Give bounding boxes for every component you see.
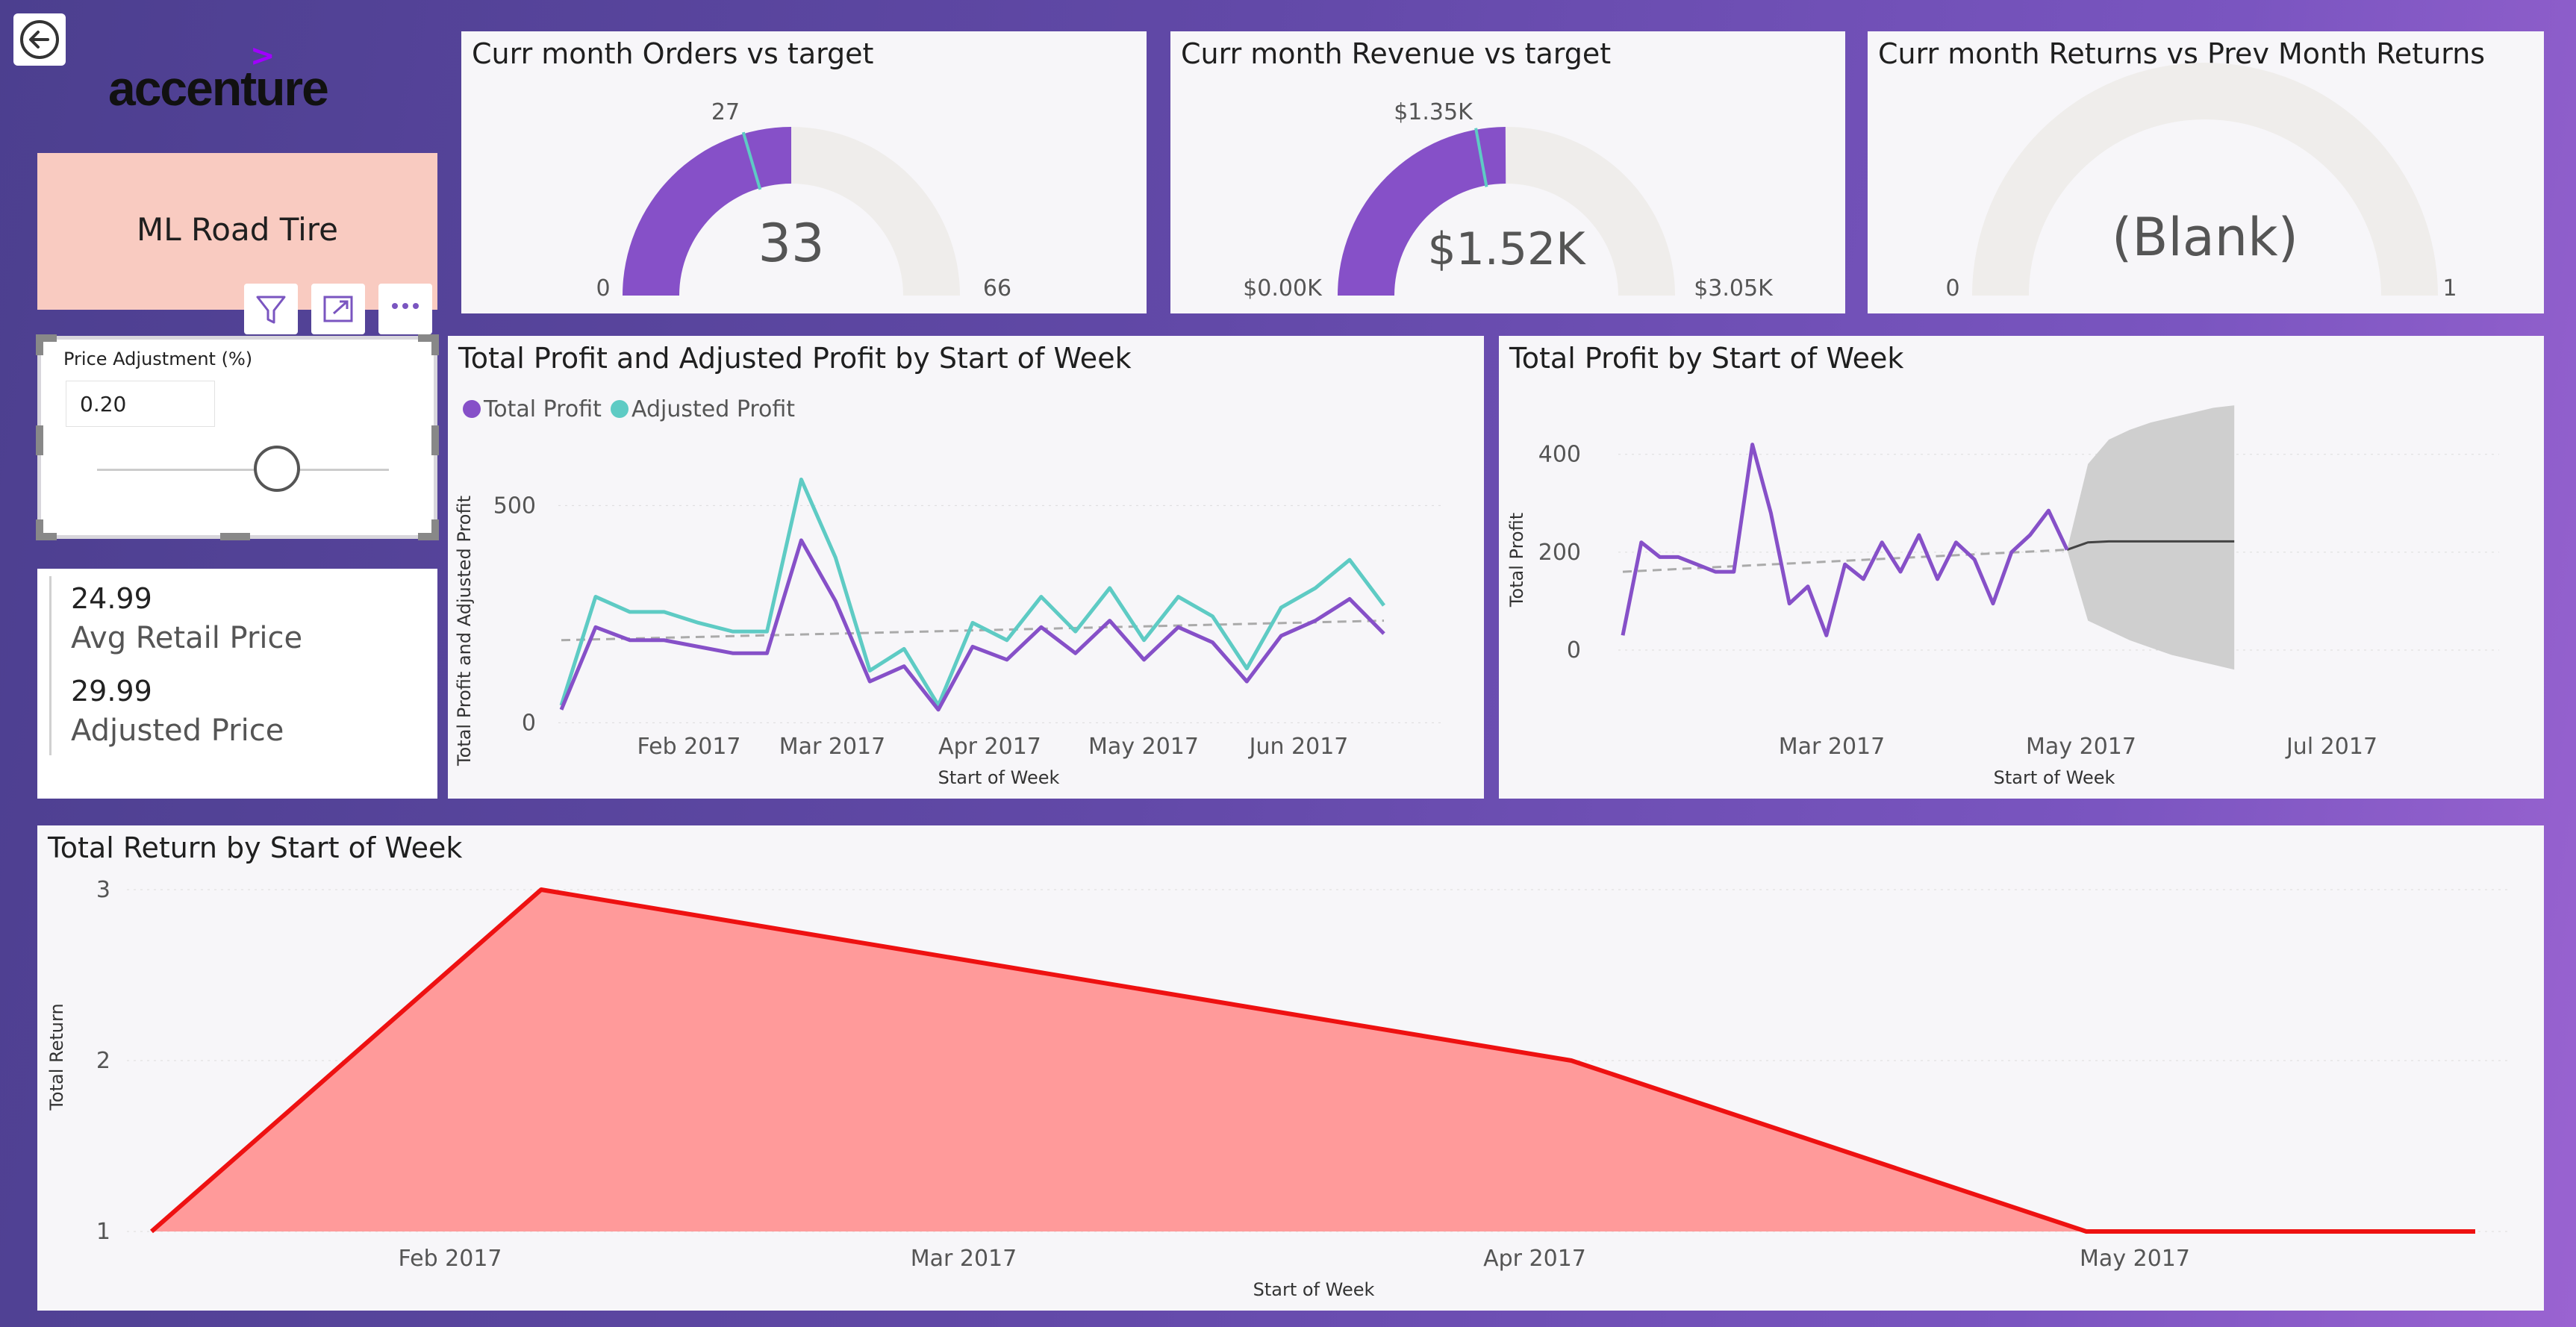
x-tick-label: Feb 2017 — [399, 1246, 502, 1272]
y-tick-label: 3 — [96, 877, 110, 903]
gauge-max: 1 — [2442, 275, 2457, 302]
x-tick-label: May 2017 — [2026, 734, 2136, 760]
legend-marker-total-profit — [463, 400, 481, 418]
revenue-gauge-panel[interactable]: Curr month Revenue vs target $1.52K $0.0… — [1170, 31, 1845, 313]
gauge-max: 66 — [983, 275, 1011, 302]
gauge-min: 0 — [596, 275, 610, 302]
gauge-value: 33 — [758, 213, 824, 274]
accenture-logo: accenture — [108, 60, 329, 116]
legend-label-adjusted-profit[interactable]: Adjusted Profit — [631, 396, 795, 422]
divider — [49, 576, 52, 755]
y-tick-label: 200 — [1538, 540, 1581, 566]
more-options-icon[interactable] — [378, 284, 432, 334]
resize-handle[interactable] — [431, 519, 439, 540]
orders-gauge-panel[interactable]: Curr month Orders vs target 33 0 66 27 — [461, 31, 1147, 313]
x-tick-label: May 2017 — [2080, 1246, 2190, 1272]
gauge-target-label: 27 — [711, 99, 740, 125]
gauge-target-label: $1.35K — [1394, 99, 1473, 125]
back-button[interactable] — [13, 13, 66, 66]
returns-gauge-panel[interactable]: Curr month Returns vs Prev Month Returns… — [1868, 31, 2544, 313]
avg-retail-price-label: Avg Retail Price — [71, 621, 303, 655]
y-tick-label: 400 — [1538, 442, 1581, 468]
gauge-value: (Blank) — [2112, 207, 2298, 268]
y-tick-label: 0 — [522, 710, 536, 736]
y-tick-label: 2 — [96, 1048, 110, 1074]
x-axis-label: Start of Week — [1253, 1279, 1375, 1300]
gauge-min: $0.00K — [1243, 275, 1323, 302]
x-tick-label: Apr 2017 — [938, 734, 1041, 760]
price-adjustment-input[interactable]: 0.20 — [66, 381, 215, 427]
slider-thumb[interactable] — [254, 446, 300, 492]
resize-handle[interactable] — [431, 334, 439, 355]
x-tick-label: Mar 2017 — [779, 734, 886, 760]
resize-handle[interactable] — [36, 519, 43, 540]
x-tick-label: Feb 2017 — [637, 734, 741, 760]
focus-mode-icon[interactable] — [311, 284, 365, 334]
profit-forecast-chart-panel[interactable]: Total Profit by Start of Week 0 200 400 Mar… — [1499, 336, 2544, 799]
x-axis-label: Start of Week — [938, 767, 1060, 788]
adjusted-price-label: Adjusted Price — [71, 714, 284, 748]
series-line-total-profit[interactable] — [1621, 443, 2069, 637]
legend-label-total-profit[interactable]: Total Profit — [483, 396, 602, 422]
forecast-band — [2067, 405, 2235, 670]
x-tick-label: Mar 2017 — [1779, 734, 1886, 760]
y-tick-label: 0 — [1567, 637, 1581, 664]
resize-handle[interactable] — [220, 533, 250, 540]
price-adjustment-slicer[interactable]: Price Adjustment (%) 0.20 — [37, 336, 437, 539]
x-tick-label: May 2017 — [1088, 734, 1199, 760]
area-fill — [152, 890, 2475, 1231]
resize-handle[interactable] — [36, 334, 43, 355]
back-arrow-icon — [20, 20, 59, 59]
resize-handle[interactable] — [36, 425, 43, 455]
total-return-chart-panel[interactable]: Total Return by Start of Week 1 2 3 Feb 201… — [37, 825, 2544, 1311]
gauge-min: 0 — [1945, 275, 1959, 302]
x-tick-label: Apr 2017 — [1483, 1246, 1586, 1272]
y-axis-label: Total Profit and Adjusted Profit — [454, 496, 475, 766]
legend-marker-adjusted-profit — [611, 400, 629, 418]
y-axis-label: Total Return — [46, 1003, 67, 1111]
gauge-max: $3.05K — [1694, 275, 1774, 302]
y-axis-label: Total Profit — [1506, 513, 1527, 608]
adjusted-price-value: 29.99 — [71, 675, 152, 708]
avg-retail-price-value: 24.99 — [71, 582, 152, 615]
product-name: ML Road Tire — [137, 211, 338, 248]
filter-icon[interactable] — [244, 284, 298, 334]
x-axis-label: Start of Week — [1994, 767, 2115, 788]
profit-adjusted-chart-panel[interactable]: Total Profit and Adjusted Profit by Star… — [448, 336, 1484, 799]
product-card: ML Road Tire — [37, 153, 437, 310]
x-tick-label: Jun 2017 — [1248, 734, 1349, 760]
slider-track[interactable] — [97, 469, 389, 471]
y-tick-label: 1 — [96, 1219, 110, 1245]
slicer-title: Price Adjustment (%) — [63, 349, 253, 369]
x-tick-label: Mar 2017 — [911, 1246, 1017, 1272]
gauge-value: $1.52K — [1427, 223, 1586, 275]
y-tick-label: 500 — [493, 493, 536, 519]
x-tick-label: Jul 2017 — [2285, 734, 2377, 760]
resize-handle[interactable] — [431, 425, 439, 455]
series-line-adjusted-profit[interactable] — [559, 477, 1385, 708]
price-kpi-card: 24.99 Avg Retail Price 29.99 Adjusted Pr… — [37, 569, 437, 799]
